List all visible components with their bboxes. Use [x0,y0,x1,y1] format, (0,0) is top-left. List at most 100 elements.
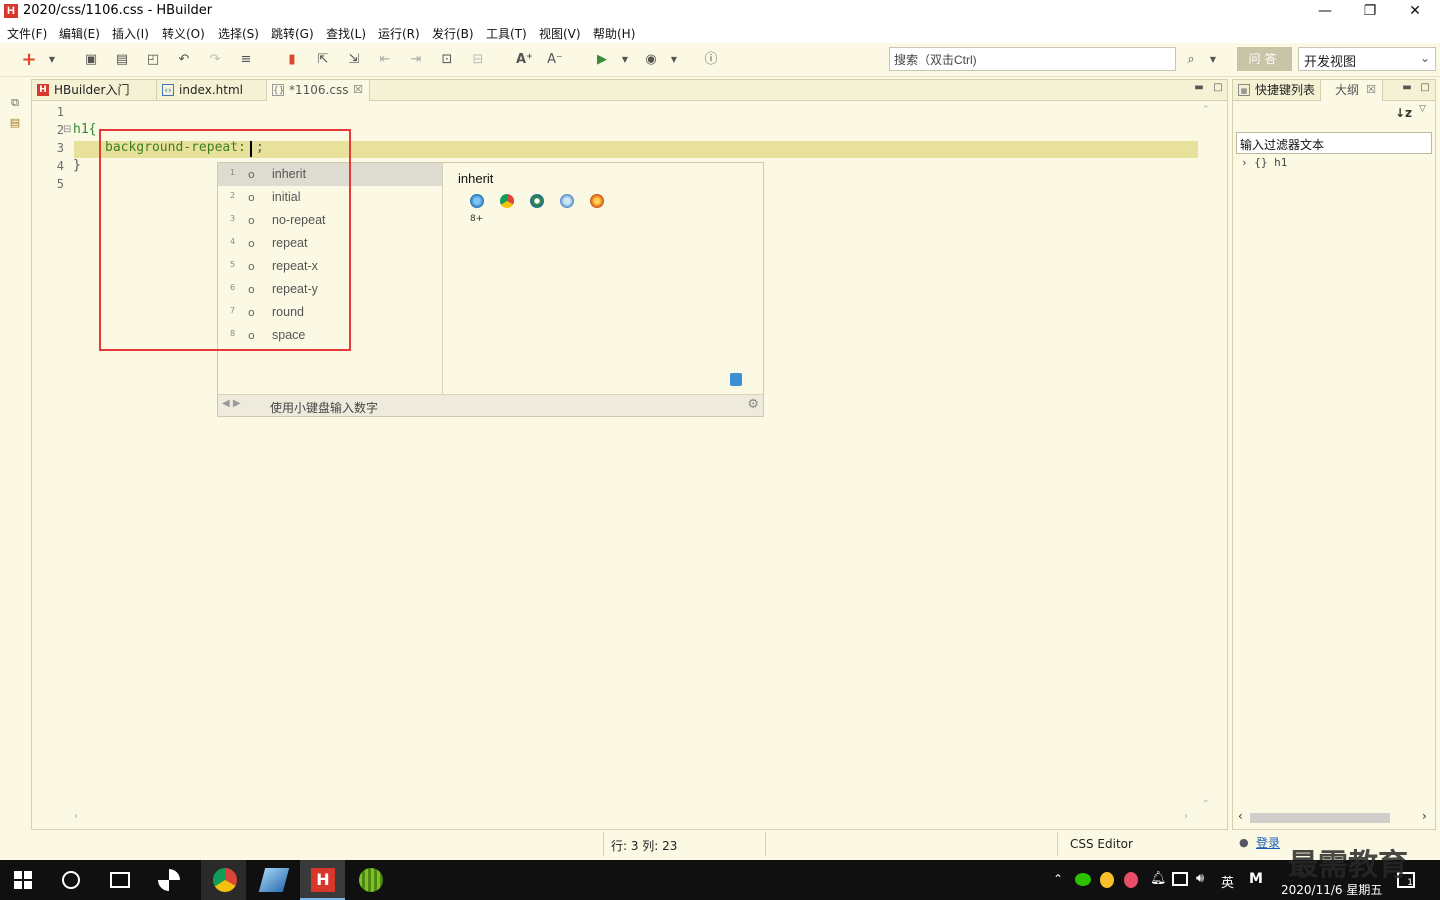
gear-icon[interactable]: ⚙ [747,397,759,412]
scroll-thumb[interactable] [1250,813,1390,823]
qa-button[interactable]: 问答 [1237,47,1292,71]
minimize-button[interactable]: — [1302,0,1348,22]
redo-icon[interactable]: ↷ [207,52,223,68]
menu-select[interactable]: 选择(S) [218,25,259,42]
chevron-down-icon: ⌄ [1419,51,1430,65]
tab-shortcut-list[interactable]: ▦ 快捷键列表 [1233,80,1321,101]
menu-publish[interactable]: 发行(B) [432,25,474,42]
browser-preview-icon[interactable]: ◉ [643,52,659,68]
view-menu-icon[interactable]: ▽ [1419,104,1426,114]
scroll-left-icon[interactable]: ‹ [74,811,78,822]
format-icon[interactable]: ≡ [238,52,254,68]
tray-expand-icon[interactable]: ⌃ [1053,872,1063,886]
minimize-editor-icon[interactable]: ▬ [1193,82,1205,94]
right-tab-bar: ▦ 快捷键列表 大纲 ☒ ▬ □ [1233,80,1435,101]
qq-icon[interactable] [1100,872,1114,888]
windows-start-icon[interactable] [14,871,32,889]
maximize-editor-icon[interactable]: □ [1212,82,1224,94]
menu-file[interactable]: 文件(F) [7,25,47,42]
notification-bell-icon[interactable]: 🔔︎ [1150,871,1167,886]
undo-icon[interactable]: ↶ [176,52,192,68]
close-window-button[interactable]: ✕ [1392,0,1438,22]
title-bar: H 2020/css/1106.css - HBuilder — ❐ ✕ [0,0,1440,22]
qq-alt-icon[interactable] [1124,872,1138,888]
code-close-brace[interactable]: } [73,158,81,173]
code-selector[interactable]: h1{ [73,122,96,137]
new-file-icon[interactable]: + [21,51,37,69]
hbuilder-logo-icon: H [4,4,18,18]
documentation-icon[interactable] [730,373,742,386]
login-link[interactable]: 登录 [1256,834,1280,851]
scroll-down-icon[interactable]: ⌄ [1202,795,1210,805]
search-icon[interactable]: ⌕ [1183,52,1199,68]
menu-run[interactable]: 运行(R) [378,25,420,42]
tab-hbuilder-intro[interactable]: H HBuilder入门 [32,80,157,101]
menu-escape[interactable]: 转义(O) [162,25,205,42]
tab-outline[interactable]: 大纲 ☒ [1321,80,1383,101]
tab-1106-css[interactable]: {} *1106.css ☒ [267,80,370,101]
view-mode-value: 开发视图 [1304,55,1357,70]
menu-help[interactable]: 帮助(H) [593,25,635,42]
annotation-highlight-box [99,129,351,351]
save-all-icon[interactable]: ▤ [114,52,130,68]
comment-icon[interactable]: ⊡ [439,52,455,68]
new-dropdown-icon[interactable]: ▼ [44,52,60,68]
project-explorer-icon[interactable]: ▤ [8,116,22,130]
run-dropdown-icon[interactable]: ▼ [617,52,633,68]
green-app-icon[interactable] [359,868,383,892]
uncomment-icon[interactable]: ⊟ [470,52,486,68]
scroll-up-icon[interactable]: ⌃ [1202,105,1210,115]
menu-view[interactable]: 视图(V) [539,25,581,42]
pinwheel-app-icon[interactable] [158,869,180,891]
scroll-left-icon[interactable]: ‹ [1238,809,1243,823]
scroll-right-icon[interactable]: › [1184,811,1188,822]
vertical-scrollbar[interactable]: ⌃ ⌄ [1200,105,1212,813]
fold-marker-icon[interactable]: ⊟ [63,124,71,135]
close-tab-icon[interactable]: ☒ [1366,80,1376,100]
next-bookmark-icon[interactable]: ⇲ [346,52,362,68]
view-mode-select[interactable]: 开发视图 ⌄ [1298,47,1436,71]
line-number: 1 [56,105,64,119]
save-icon[interactable]: ▣ [83,52,99,68]
menu-insert[interactable]: 插入(I) [112,25,149,42]
indent-right-icon[interactable]: ⇥ [408,52,424,68]
maximize-panel-icon[interactable]: □ [1419,82,1431,94]
horizontal-scrollbar[interactable]: ‹ › [1236,809,1432,825]
task-view-icon[interactable] [110,872,130,888]
notepad-icon[interactable] [258,868,290,892]
hbuilder-icon[interactable]: H [311,868,335,892]
font-smaller-icon[interactable]: A⁻ [547,52,563,68]
volume-icon[interactable]: 🔊︎ [1196,871,1204,886]
prev-bookmark-icon[interactable]: ⇱ [315,52,331,68]
ime-mode-indicator[interactable]: M [1249,871,1263,887]
wechat-icon[interactable] [1075,873,1091,886]
ime-indicator[interactable]: 英 [1221,872,1234,891]
tab-index-html[interactable]: ‹› index.html [157,80,267,101]
indent-left-icon[interactable]: ⇤ [377,52,393,68]
info-icon[interactable]: ⓘ [703,52,719,68]
menu-tools[interactable]: 工具(T) [486,25,527,42]
outline-item-h1[interactable]: › {} h1 [1241,156,1287,169]
restore-view-icon[interactable]: ⧉ [8,96,22,110]
scroll-right-icon[interactable]: › [1422,809,1427,823]
menu-find[interactable]: 查找(L) [326,25,366,42]
horizontal-scrollbar[interactable]: ‹ › [72,811,1196,825]
revert-icon[interactable]: ◰ [145,52,161,68]
filter-input[interactable]: 输入过滤器文本 [1236,132,1432,154]
bookmark-icon[interactable]: ▮ [284,52,300,68]
nav-arrows-icon[interactable]: ◀ ▶ [222,398,241,409]
preview-dropdown-icon[interactable]: ▼ [666,52,682,68]
font-larger-icon[interactable]: A⁺ [516,52,533,68]
menu-edit[interactable]: 编辑(E) [59,25,100,42]
run-icon[interactable]: ▶ [594,52,610,68]
network-icon[interactable] [1172,872,1188,886]
sort-icon[interactable]: ↓z [1395,106,1412,120]
maximize-button[interactable]: ❐ [1347,0,1393,22]
menu-goto[interactable]: 跳转(G) [271,25,314,42]
close-tab-icon[interactable]: ☒ [353,80,363,100]
chrome-icon[interactable] [213,868,237,892]
minimize-panel-icon[interactable]: ▬ [1401,82,1413,94]
search-dropdown-icon[interactable]: ▼ [1205,52,1221,68]
search-input[interactable]: 搜索（双击Ctrl) [889,47,1176,71]
search-icon[interactable] [62,871,80,889]
